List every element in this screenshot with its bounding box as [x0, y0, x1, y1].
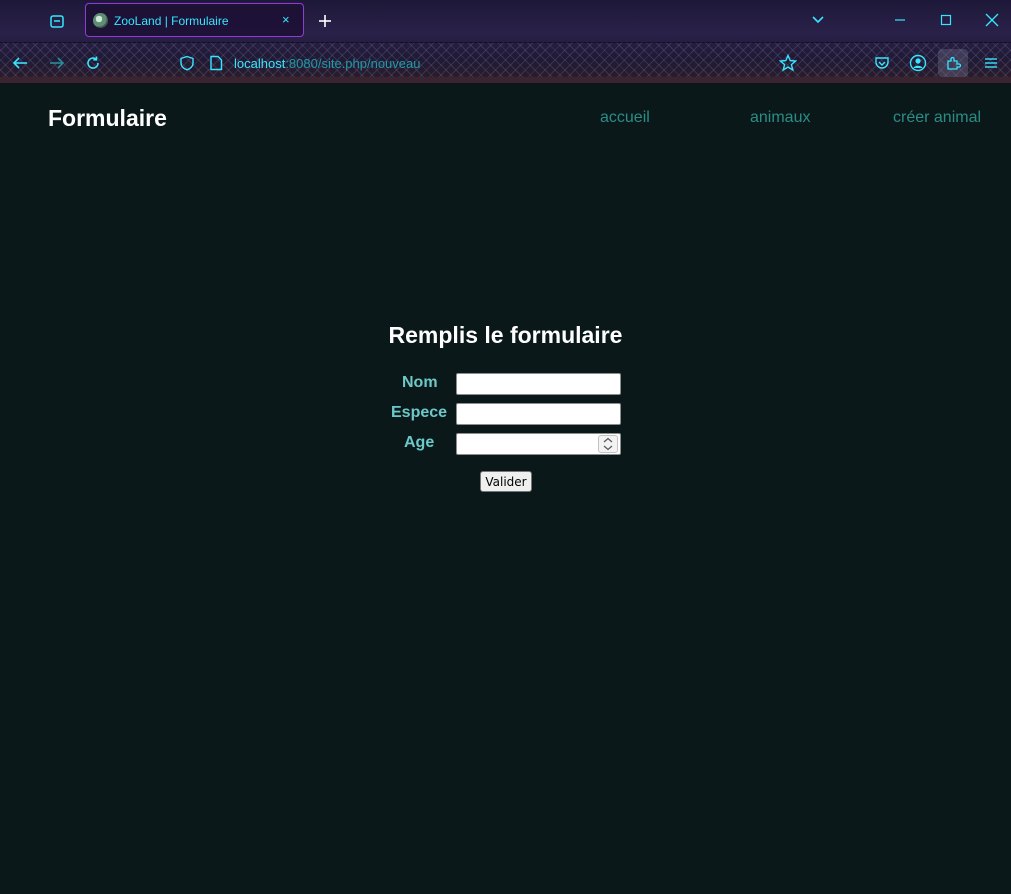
page-icon[interactable] [206, 53, 226, 73]
menu-icon[interactable] [980, 52, 1002, 74]
reload-icon[interactable] [82, 52, 104, 74]
browser-chrome: ZooLand | Formulaire × localhost:8080/si… [0, 0, 1011, 83]
url-path: :8080/site.php/nouveau [285, 56, 421, 71]
list-tabs-icon[interactable] [808, 10, 828, 30]
espece-label: Espece [391, 404, 448, 421]
new-tab-icon[interactable] [314, 10, 336, 32]
zooland-favicon-icon [93, 13, 108, 28]
url-host: localhost [234, 56, 286, 71]
age-input[interactable] [456, 433, 621, 455]
extensions-icon[interactable] [938, 49, 968, 77]
nav-toolbar: localhost:8080/site.php/nouveau [0, 42, 1011, 83]
tab-overview-icon[interactable] [46, 10, 68, 32]
pocket-icon[interactable] [871, 52, 893, 74]
star-icon[interactable] [777, 52, 799, 74]
account-icon[interactable] [907, 52, 929, 74]
nom-label: Nom [402, 374, 438, 391]
nom-input[interactable] [456, 373, 621, 395]
valider-button[interactable]: Valider [480, 471, 532, 492]
nav-link-creer-animal[interactable]: créer animal [893, 109, 981, 127]
minimize-icon[interactable] [890, 10, 910, 30]
close-window-icon[interactable] [982, 10, 1002, 30]
tab-strip: ZooLand | Formulaire × [0, 0, 1011, 42]
page-content: Formulaire accueil animaux créer animal … [0, 83, 1011, 894]
url-bar[interactable]: localhost:8080/site.php/nouveau [168, 48, 768, 78]
site-title: Formulaire [48, 105, 167, 131]
tab-zooland[interactable]: ZooLand | Formulaire × [85, 3, 304, 37]
age-label: Age [404, 434, 435, 451]
nav-link-accueil[interactable]: accueil [600, 109, 650, 127]
forward-icon[interactable] [46, 52, 68, 74]
nav-link-animaux[interactable]: animaux [750, 109, 810, 127]
back-icon[interactable] [9, 52, 31, 74]
form-title: Remplis le formulaire [388, 322, 623, 348]
tab-close-icon[interactable]: × [282, 13, 290, 27]
maximize-icon[interactable] [936, 10, 956, 30]
url-text[interactable]: localhost:8080/site.php/nouveau [234, 56, 420, 71]
tab-title: ZooLand | Formulaire [114, 14, 229, 28]
shield-icon[interactable] [177, 53, 197, 73]
age-spinner-icon[interactable] [598, 435, 618, 453]
espece-input[interactable] [456, 403, 621, 425]
